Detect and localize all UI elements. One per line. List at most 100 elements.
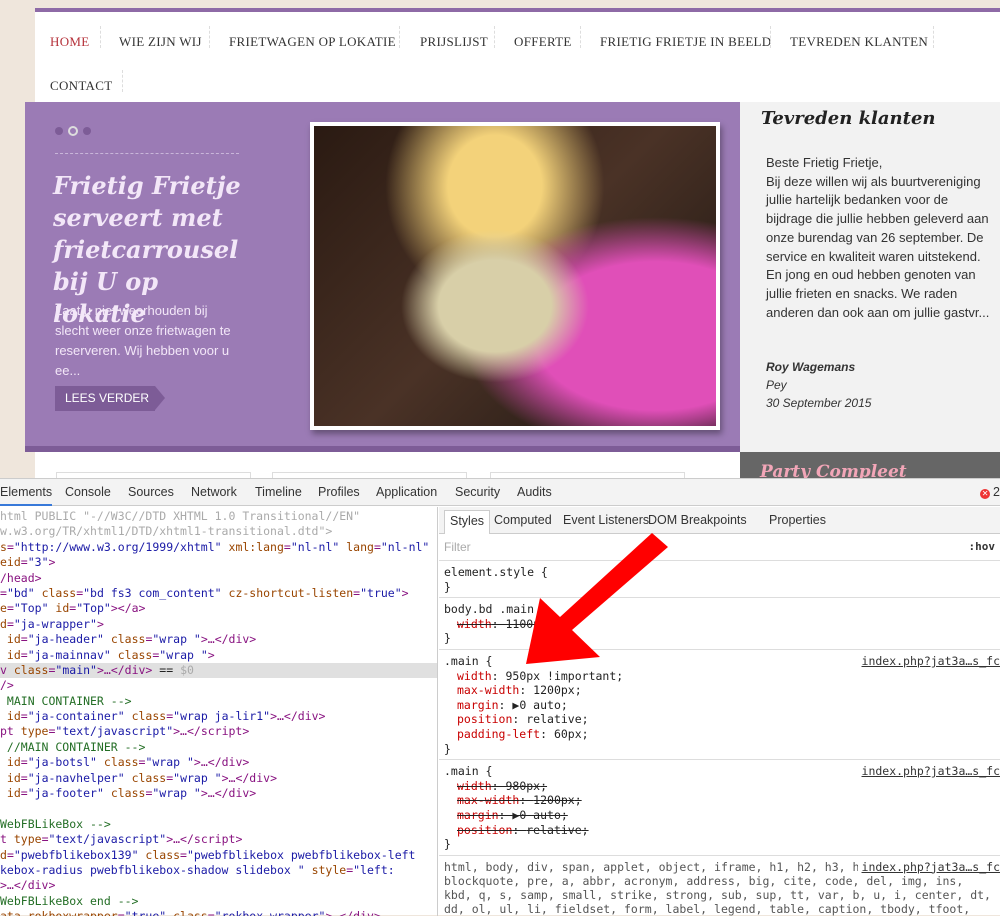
rule-source-link[interactable]: index.php?jat3a…s_fc [862, 764, 1000, 779]
property-value: 1200px [533, 683, 575, 698]
dom-node-line[interactable]: w.w3.org/TR/xhtml1/DTD/xhtml1-transition… [0, 524, 437, 539]
dom-node-line[interactable]: id="ja-mainnav" class="wrap "> [0, 648, 437, 663]
nav-item-contact[interactable]: CONTACT [50, 78, 112, 94]
dom-node-line[interactable] [0, 801, 437, 816]
css-property[interactable]: padding-left: 60px; [444, 727, 995, 742]
dom-token: = [20, 770, 28, 785]
dom-token: /> [0, 678, 14, 693]
dom-token: "wrap " [152, 632, 201, 647]
styles-tab-properties[interactable]: Properties [769, 513, 826, 527]
nav-item-tevreden-klanten[interactable]: TEVREDEN KLANTEN [790, 34, 928, 50]
nav-item-frietwagen-op-lokatie[interactable]: FRIETWAGEN OP LOKATIE [229, 34, 396, 50]
tab-sources[interactable]: Sources [128, 485, 174, 499]
dom-token: "ja-header" [27, 632, 104, 647]
dom-node-line[interactable]: d="ja-wrapper"> [0, 617, 437, 632]
dom-node-line[interactable]: id="ja-footer" class="wrap ">…</div> [0, 786, 437, 801]
dom-node-line[interactable]: kebox-radius pwebfblikebox-shadow slideb… [0, 863, 437, 878]
nav-item-frietig-frietje-in-beeld[interactable]: FRIETIG FRIETJE IN BEELD [600, 34, 772, 50]
dom-node-line[interactable]: s="http://www.w3.org/1999/xhtml" xml:lan… [0, 540, 437, 555]
dom-token: = [6, 616, 14, 631]
dom-token: class [138, 847, 181, 862]
dom-node-line[interactable]: id="ja-header" class="wrap ">…</div> [0, 632, 437, 647]
tab-profiles[interactable]: Profiles [318, 485, 360, 499]
dom-node-line[interactable]: e="Top" id="Top"></a> [0, 601, 437, 616]
dom-node-line[interactable]: WebFBLikeBox --> [0, 817, 437, 832]
nav-separator [933, 26, 934, 48]
property-name: padding-left [457, 726, 541, 741]
hero-description: Laat u niet weerhouden bij slecht weer o… [55, 303, 231, 378]
slide-dot[interactable] [83, 127, 91, 135]
dom-node-line[interactable]: WebFBLikeBox end --> [0, 894, 437, 909]
tab-console[interactable]: Console [65, 485, 111, 499]
dom-token: xml:lang [221, 539, 284, 554]
styles-tab-dom-breakpoints[interactable]: DOM Breakpoints [648, 513, 747, 527]
dom-token: id [0, 786, 21, 801]
styles-tab-styles[interactable]: Styles [444, 510, 491, 534]
dom-node-line[interactable]: html PUBLIC "-//W3C//DTD XHTML 1.0 Trans… [0, 509, 437, 524]
tab-elements[interactable]: Elements [0, 485, 53, 506]
dom-node-line[interactable]: /head> [0, 571, 437, 586]
property-value: ▶0 auto [512, 807, 561, 822]
dom-token: >…</div> [0, 878, 56, 893]
dom-token: "wrap " [173, 770, 222, 785]
dom-token: "true" [360, 585, 402, 600]
dom-node-line[interactable]: t type="text/javascript">…</script> [0, 832, 437, 847]
tab-timeline[interactable]: Timeline [255, 485, 302, 499]
styles-filter[interactable]: Filter :hov [439, 534, 1000, 561]
error-counter[interactable]: ✕ 2 [980, 485, 1000, 499]
dom-node-line[interactable]: ="bd" class="bd fs3 com_content" cz-shor… [0, 586, 437, 601]
nav-item-prijslijst[interactable]: PRIJSLIJST [420, 34, 488, 50]
dom-token: eid [0, 555, 21, 570]
testimonial-place: Pey [766, 378, 787, 392]
styles-pane: Styles Computed Event Listeners DOM Breakpo… [439, 507, 1000, 916]
css-property[interactable]: width: 950px !important; [444, 669, 995, 684]
property-name: position [457, 712, 513, 727]
nav-item-wie-zijn-wij[interactable]: WIE ZIJN WIJ [119, 34, 202, 50]
dom-token: "pwebfblikebox139" [13, 847, 139, 862]
dom-node-line[interactable]: MAIN CONTAINER --> [0, 694, 437, 709]
slide-dot[interactable] [55, 127, 63, 135]
rule-source-link[interactable]: index.php?jat3a…s_fc [862, 654, 1000, 669]
tab-network[interactable]: Network [191, 485, 237, 499]
slider-dots[interactable] [55, 126, 91, 136]
slide-dot-active[interactable] [68, 126, 78, 136]
dom-node-line[interactable]: d="pwebfblikebox139" class="pwebfblikebo… [0, 848, 437, 863]
dom-node-line[interactable]: id="ja-container" class="wrap ja-lir1">…… [0, 709, 437, 724]
dom-node-line[interactable]: /> [0, 678, 437, 693]
dom-node-line[interactable]: pt type="text/javascript">…</script> [0, 724, 437, 739]
css-property[interactable]: width: 1100px; [444, 617, 995, 632]
dom-node-line[interactable]: id="ja-navhelper" class="wrap ">…</div> [0, 771, 437, 786]
css-property[interactable]: max-width: 1200px; [444, 793, 995, 808]
css-property[interactable]: width: 980px; [444, 779, 995, 794]
rule-source-link[interactable]: index.php?jat3a…s_fc [857, 859, 1000, 874]
hover-state-toggle[interactable]: :hov [969, 540, 996, 553]
dom-node-line[interactable]: eid="3"> [0, 555, 437, 570]
dom-node-line[interactable]: v class="main">…</div> == $0 [0, 662, 437, 679]
nav-item-home[interactable]: HOME [50, 34, 89, 50]
css-property[interactable]: margin: ▶0 auto; [444, 698, 995, 713]
styles-tab-computed[interactable]: Computed [494, 513, 552, 527]
read-more-button[interactable]: LEES VERDER [55, 386, 165, 411]
tab-security[interactable]: Security [455, 485, 500, 499]
dom-token: = [20, 555, 28, 570]
dom-token: "Top" [76, 601, 111, 616]
css-property[interactable]: position: relative; [444, 823, 995, 838]
dom-node-line[interactable]: //MAIN CONTAINER --> [0, 740, 437, 755]
css-property[interactable]: margin: ▶0 auto; [444, 808, 995, 823]
dom-token: "nl-nl" [290, 539, 340, 554]
nav-separator [209, 26, 210, 48]
dom-token: class [103, 786, 146, 801]
css-property[interactable]: position: relative; [444, 712, 995, 727]
elements-panel[interactable]: html PUBLIC "-//W3C//DTD XHTML 1.0 Trans… [0, 507, 438, 916]
dom-token: class [124, 770, 167, 785]
nav-item-offerte[interactable]: OFFERTE [514, 34, 572, 50]
dom-token: e [0, 601, 7, 616]
dom-node-line[interactable]: id="ja-botsl" class="wrap ">…</div> [0, 755, 437, 770]
tab-audits[interactable]: Audits [517, 485, 552, 499]
property-name: width [457, 668, 492, 683]
css-property[interactable]: max-width: 1200px; [444, 683, 995, 698]
styles-tab-event-listeners[interactable]: Event Listeners [563, 513, 649, 527]
tab-application[interactable]: Application [376, 485, 437, 499]
filter-input[interactable]: Filter [444, 540, 471, 554]
dom-node-line[interactable]: >…</div> [0, 878, 437, 893]
